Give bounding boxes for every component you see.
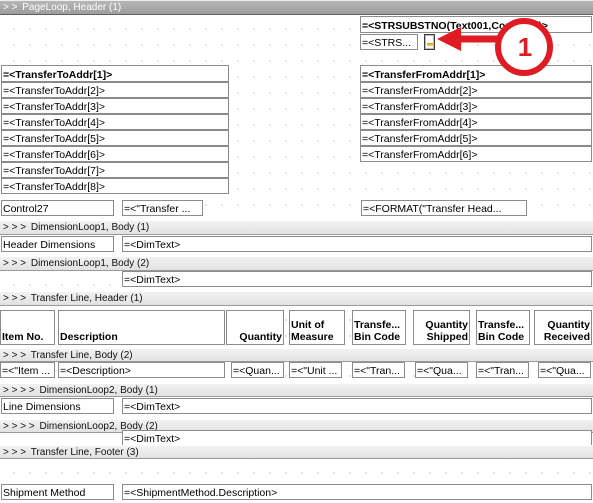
band-label: Transfer Line, Header (1) [30, 293, 143, 304]
field-line-quantity-received[interactable]: =<"Qua... [538, 362, 591, 378]
section-band-dimensionloop1-body2[interactable]: > > > DimensionLoop1, Body (2) [0, 256, 593, 271]
section-band-pageloop-header[interactable]: > > PageLoop, Header (1) [0, 0, 593, 15]
section-band-transferline-footer3[interactable]: > > > Transfer Line, Footer (3) [0, 445, 593, 459]
dimensionloop2-body2-canvas: =<DimText> [0, 430, 593, 446]
field-transfer-to-addr-2[interactable]: =<TransferToAddr[2]> [1, 82, 229, 98]
field-transfer-to-addr-3[interactable]: =<TransferToAddr[3]> [1, 98, 229, 114]
field-line-transfer-to-bin-code[interactable]: =<"Tran... [476, 362, 529, 378]
field-transfer-from-addr-5[interactable]: =<TransferFromAddr[5]> [360, 130, 592, 146]
field-transfer-to-addr-8[interactable]: =<TransferToAddr[8]> [1, 178, 229, 194]
field-transfer-from-addr-2[interactable]: =<TransferFromAddr[2]> [360, 82, 592, 98]
column-header-item-no[interactable]: Item No. [0, 310, 55, 345]
field-control27-value[interactable]: =<"Transfer ... [122, 200, 203, 216]
column-header-quantity-shipped[interactable]: Quantity Shipped [413, 310, 470, 345]
band-chevrons: > > > [3, 447, 27, 458]
band-chevrons: > > > [3, 258, 27, 269]
field-line-item-no[interactable]: =<"Item ... [0, 362, 55, 378]
field-transfer-from-addr-4[interactable]: =<TransferFromAddr[4]> [360, 114, 592, 130]
section-band-dimensionloop2-body1[interactable]: > > > > DimensionLoop2, Body (1) [0, 383, 593, 397]
band-label: Transfer Line, Footer (3) [30, 447, 139, 458]
field-line-quantity-shipped[interactable]: =<"Qua... [415, 362, 468, 378]
field-format-transfer-header[interactable]: =<FORMAT("Transfer Head... [361, 200, 527, 216]
band-chevrons: > > > [3, 222, 27, 233]
band-chevrons: > > [3, 2, 18, 13]
field-line-dimensions-dimtext[interactable]: =<DimText> [122, 398, 592, 414]
column-header-transfer-to-bin-code[interactable]: Transfe... Bin Code [476, 310, 530, 345]
field-header-dimensions-dimtext[interactable]: =<DimText> [122, 236, 592, 252]
transferline-footer-canvas: Shipment Method =<ShipmentMethod.Descrip… [0, 459, 593, 503]
band-chevrons: > > > [3, 350, 27, 361]
field-shipment-method-label[interactable]: Shipment Method [1, 484, 114, 500]
field-transfer-to-addr-7[interactable]: =<TransferToAddr[7]> [1, 162, 229, 178]
field-narrow-selected[interactable]: . [424, 34, 435, 50]
dimensionloop2-body1-canvas: Line Dimensions =<DimText> [0, 397, 593, 419]
field-tick-marker [427, 43, 433, 46]
field-transfer-from-addr-3[interactable]: =<TransferFromAddr[3]> [360, 98, 592, 114]
field-transfer-to-addr-5[interactable]: =<TransferToAddr[5]> [1, 130, 229, 146]
transferline-body-canvas: =<"Item ... =<Description> =<Quan... =<"… [0, 362, 593, 383]
field-line-description[interactable]: =<Description> [58, 362, 225, 378]
section-band-dimensionloop1-body1[interactable]: > > > DimensionLoop1, Body (1) [0, 220, 593, 235]
field-dimensionloop1-body2-dimtext[interactable]: =<DimText> [122, 271, 592, 287]
section-band-transferline-header1[interactable]: > > > Transfer Line, Header (1) [0, 291, 593, 306]
field-strsubstno-short[interactable]: =<STRS... [360, 34, 418, 50]
column-header-quantity[interactable]: Quantity [226, 310, 284, 345]
field-header-dimensions-label[interactable]: Header Dimensions [1, 236, 114, 252]
transferline-header-canvas: Item No. Description Quantity Unit of Me… [0, 306, 593, 348]
band-chevrons: > > > > [3, 385, 35, 396]
band-label: DimensionLoop1, Body (1) [30, 222, 150, 233]
field-transfer-to-addr-4[interactable]: =<TransferToAddr[4]> [1, 114, 229, 130]
field-line-transfer-from-bin-code[interactable]: =<"Tran... [352, 362, 405, 378]
field-transfer-from-addr-6[interactable]: =<TransferFromAddr[6]> [360, 146, 592, 162]
band-chevrons: > > > > [3, 421, 35, 432]
band-label: DimensionLoop1, Body (2) [30, 258, 150, 269]
field-line-unit-of-measure[interactable]: =<"Unit ... [289, 362, 342, 378]
field-line-dimensions-label[interactable]: Line Dimensions [1, 398, 114, 414]
field-dimensionloop2-body2-dimtext[interactable]: =<DimText> [122, 430, 592, 446]
field-transfer-to-addr-6[interactable]: =<TransferToAddr[6]> [1, 146, 229, 162]
field-control27-label[interactable]: Control27 [1, 200, 114, 216]
field-transfer-to-addr-1[interactable]: =<TransferToAddr[1]> [1, 65, 229, 82]
column-header-unit-of-measure[interactable]: Unit of Measure [289, 310, 345, 345]
column-header-quantity-received[interactable]: Quantity Received [534, 310, 592, 345]
report-designer-canvas: > > PageLoop, Header (1) =<STRSUBSTNO(Te… [0, 0, 593, 503]
band-label: Transfer Line, Body (2) [30, 350, 133, 361]
dimensionloop1-body2-canvas: =<DimText> [0, 271, 593, 291]
band-label: PageLoop, Header (1) [22, 2, 122, 13]
section-band-transferline-body2[interactable]: > > > Transfer Line, Body (2) [0, 348, 593, 362]
column-header-description[interactable]: Description [58, 310, 225, 345]
field-shipment-method-description[interactable]: =<ShipmentMethod.Description> [122, 484, 592, 500]
band-chevrons: > > > [3, 293, 27, 304]
annotation-number: 1 [517, 32, 533, 62]
dimensionloop1-body1-canvas: Header Dimensions =<DimText> [0, 235, 593, 256]
column-header-transfer-from-bin-code[interactable]: Transfe... Bin Code [352, 310, 406, 345]
field-strsubstno-copytext[interactable]: =<STRSUBSTNO(Text001,CopyText)> [360, 16, 592, 33]
field-line-quantity[interactable]: =<Quan... [231, 362, 284, 378]
field-transfer-from-addr-1[interactable]: =<TransferFromAddr[1]> [360, 65, 592, 82]
band-label: DimensionLoop2, Body (1) [39, 385, 158, 396]
